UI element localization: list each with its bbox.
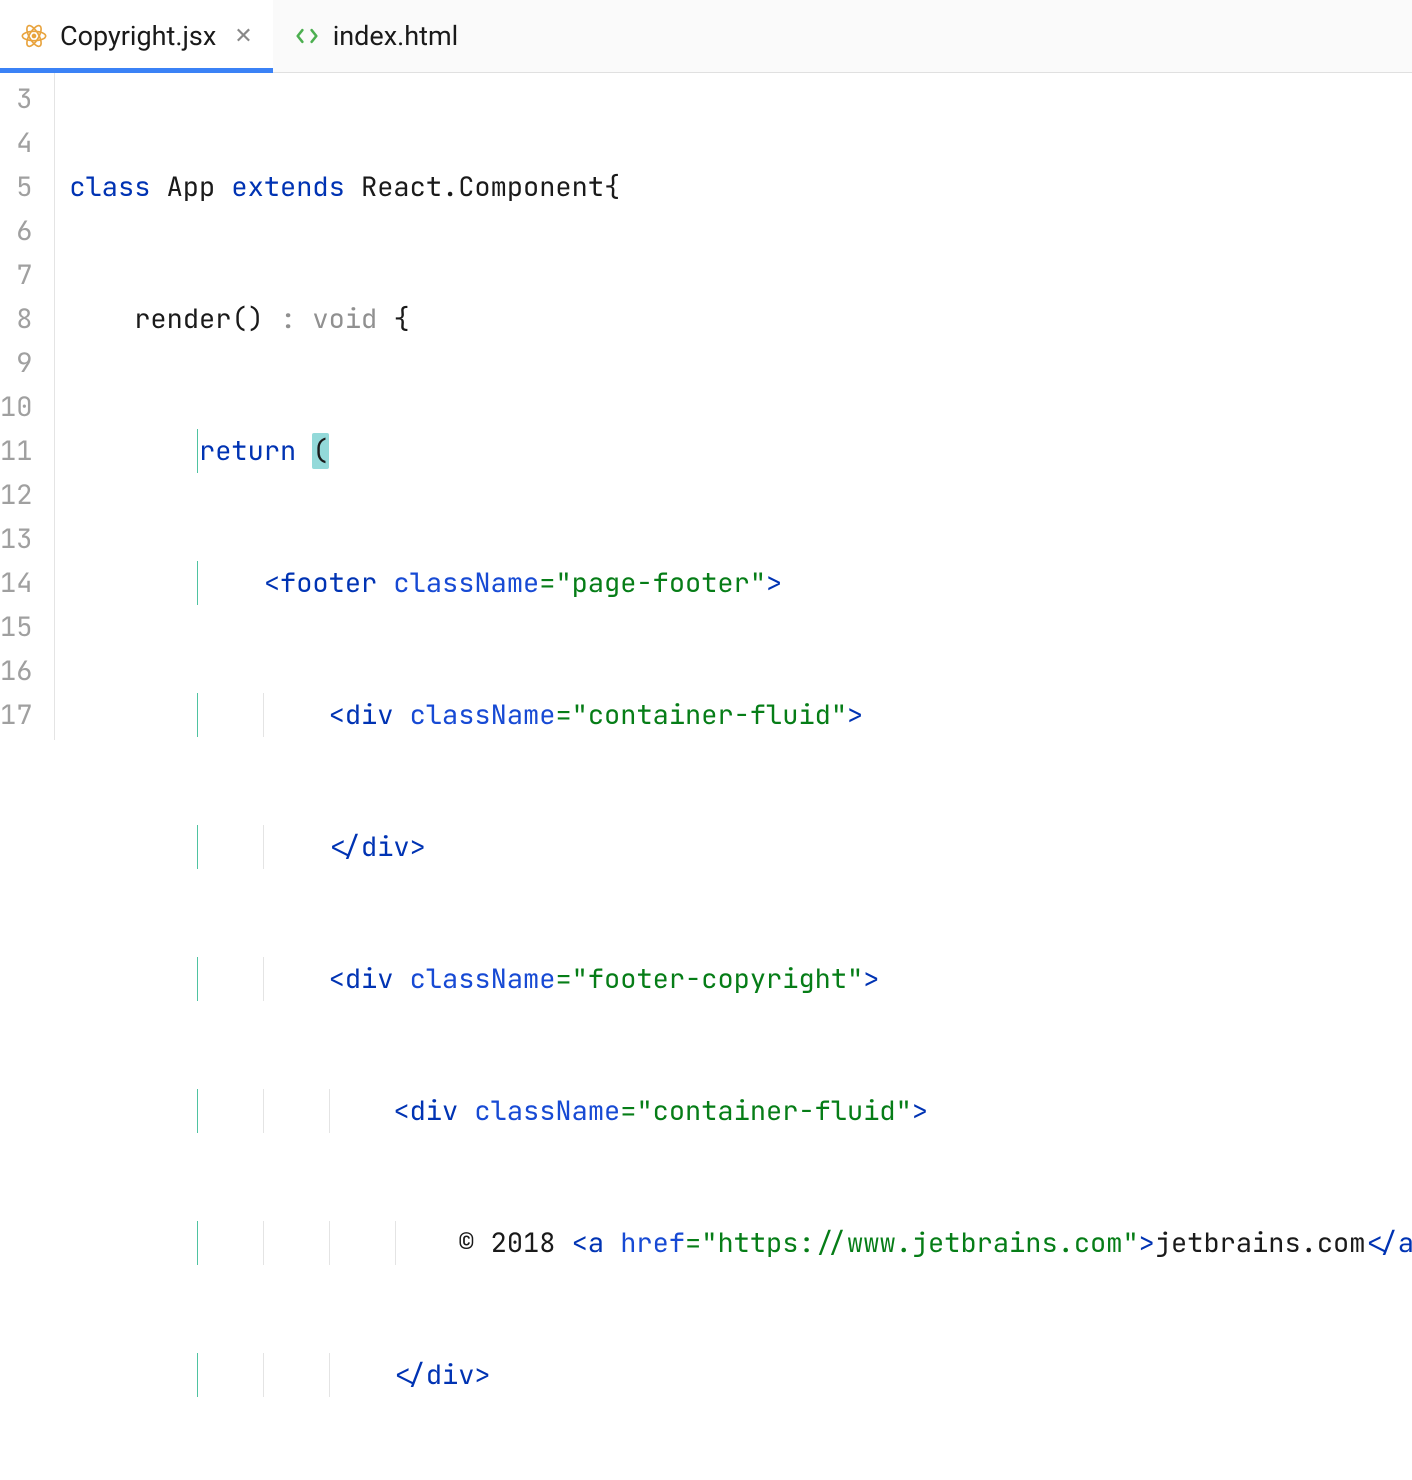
code-line[interactable]: return ( [55,429,1412,473]
tab-copyright-jsx[interactable]: Copyright.jsx ✕ [0,0,273,72]
code-line[interactable]: </div> [55,1353,1412,1397]
tab-label: index.html [333,20,458,52]
code-editor[interactable]: 3 4 5 6 7 8 9 10 11 12 13 14 15 16 17 cl… [0,73,1412,740]
line-number: 14 [0,561,32,605]
line-number: 10 [0,385,32,429]
code-line[interactable]: <div className="container-fluid"> [55,693,1412,737]
line-number: 12 [0,473,32,517]
line-number: 16 [0,649,32,693]
code-line[interactable]: <div className="footer-copyright"> [55,957,1412,1001]
tab-bar: Copyright.jsx ✕ index.html [0,0,1412,73]
line-number: 9 [0,341,32,385]
tab-label: Copyright.jsx [60,20,216,52]
line-number: 11 [0,429,32,473]
html-icon [293,22,321,50]
close-icon[interactable]: ✕ [234,24,252,49]
code-line[interactable]: render() : void { [55,297,1412,341]
code-line[interactable]: </div> [55,825,1412,869]
code-line[interactable]: <div className="container-fluid"> [55,1089,1412,1133]
code-line[interactable]: class App extends React.Component{ [55,165,1412,209]
line-number: 4 [0,121,32,165]
line-number: 15 [0,605,32,649]
line-number-gutter: 3 4 5 6 7 8 9 10 11 12 13 14 15 16 17 [0,73,54,740]
line-number: 8 [0,297,32,341]
line-number: 7 [0,253,32,297]
line-number: 5 [0,165,32,209]
line-number: 17 [0,693,32,737]
react-icon [20,22,48,50]
line-number: 13 [0,517,32,561]
line-number: 6 [0,209,32,253]
code-line[interactable]: © 2018 <a href="https://www.jetbrains.co… [55,1221,1412,1265]
line-number: 3 [0,77,32,121]
tab-index-html[interactable]: index.html [273,0,478,72]
code-content[interactable]: class App extends React.Component{ rende… [54,73,1412,740]
code-line[interactable]: <footer className="page-footer"> [55,561,1412,605]
